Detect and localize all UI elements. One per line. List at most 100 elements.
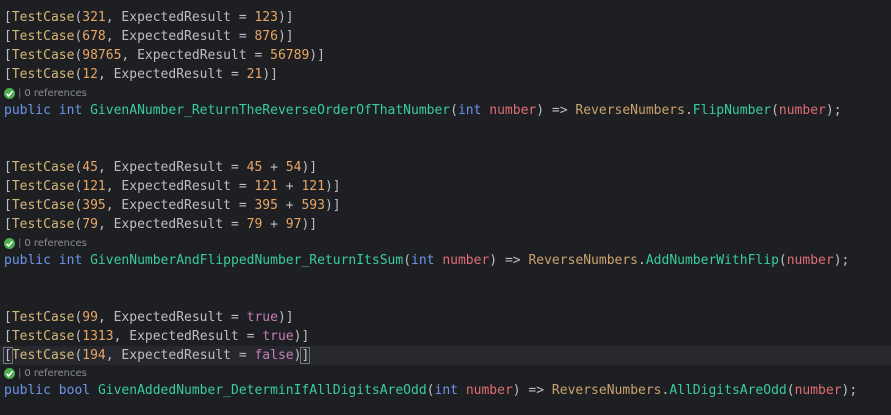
expected-key: ExpectedResult bbox=[121, 29, 231, 44]
matched-bracket: [ bbox=[3, 347, 13, 364]
param-name: number bbox=[442, 253, 490, 268]
code-line-testcase[interactable]: [TestCase(121, ExpectedResult = 121 + 12… bbox=[4, 177, 341, 196]
expected-key: ExpectedResult bbox=[113, 160, 224, 175]
code-line-testcase[interactable]: [TestCase(678, ExpectedResult = 876)] bbox=[4, 27, 294, 46]
method-name: GivenAddedNumber_DeterminIfAllDigitsAreO… bbox=[97, 383, 427, 398]
attribute-name: TestCase bbox=[11, 29, 75, 44]
modifier-keyword: public bbox=[4, 253, 51, 268]
class-name: ReverseNumbers bbox=[551, 383, 662, 398]
code-lens-references[interactable]: | 0 references bbox=[4, 237, 87, 250]
testcase-arg: 321 bbox=[82, 10, 106, 25]
class-name: ReverseNumbers bbox=[528, 253, 639, 268]
code-line-method[interactable]: public bool GivenAddedNumber_DeterminIfA… bbox=[4, 381, 857, 400]
code-line-method[interactable]: public int GivenNumberAndFlippedNumber_R… bbox=[4, 251, 849, 270]
plus-operator: + bbox=[270, 217, 278, 232]
expected-value: 21 bbox=[246, 67, 263, 82]
method-name: GivenANumber_ReturnTheReverseOrderOfThat… bbox=[90, 103, 451, 118]
expected-key: ExpectedResult bbox=[113, 67, 224, 82]
code-line-testcase[interactable]: [TestCase(321, ExpectedResult = 123)] bbox=[4, 8, 294, 27]
testcase-arg: 395 bbox=[82, 198, 106, 213]
attribute-name: TestCase bbox=[11, 217, 75, 232]
code-line-testcase[interactable]: [TestCase(99, ExpectedResult = true)] bbox=[4, 308, 294, 327]
param-type: int bbox=[434, 383, 458, 398]
expected-key: ExpectedResult bbox=[121, 10, 231, 25]
references-link[interactable]: 0 references bbox=[24, 367, 87, 380]
testcase-arg: 194 bbox=[82, 348, 106, 363]
testcase-arg: 79 bbox=[82, 217, 98, 232]
attribute-name: TestCase bbox=[11, 48, 75, 63]
expected-value: false bbox=[254, 348, 294, 363]
param-name: number bbox=[465, 383, 513, 398]
code-line-testcase[interactable]: [TestCase(12, ExpectedResult = 21)] bbox=[4, 65, 278, 84]
expected-key: ExpectedResult bbox=[121, 198, 231, 213]
attribute-name: TestCase bbox=[11, 310, 75, 325]
expected-value: 123 bbox=[254, 10, 278, 25]
expected-value: 45 bbox=[246, 160, 263, 175]
expected-value: 56789 bbox=[270, 48, 310, 63]
expected-value: 876 bbox=[254, 29, 278, 44]
expected-value: 54 bbox=[285, 160, 302, 175]
references-link[interactable]: 0 references bbox=[24, 237, 87, 250]
code-editor[interactable]: [TestCase(321, ExpectedResult = 123)] [T… bbox=[0, 0, 891, 415]
code-line-testcase[interactable]: [TestCase(395, ExpectedResult = 395 + 59… bbox=[4, 196, 341, 215]
testcase-arg: 45 bbox=[82, 160, 98, 175]
code-lens-references[interactable]: | 0 references bbox=[4, 87, 87, 100]
expected-value: true bbox=[262, 329, 294, 344]
expected-key: ExpectedResult bbox=[129, 329, 239, 344]
attribute-name: TestCase bbox=[11, 67, 75, 82]
code-line-testcase[interactable]: [TestCase(45, ExpectedResult = 45 + 54)] bbox=[4, 158, 317, 177]
code-line-testcase[interactable]: [TestCase(98765, ExpectedResult = 56789)… bbox=[4, 46, 325, 65]
matched-bracket: ] bbox=[300, 347, 311, 364]
test-passed-icon[interactable] bbox=[4, 368, 15, 379]
param-type: int bbox=[411, 253, 435, 268]
return-type: int bbox=[58, 253, 83, 268]
modifier-keyword: public bbox=[4, 383, 51, 398]
expected-value: 593 bbox=[301, 198, 325, 213]
method-name: GivenNumberAndFlippedNumber_ReturnItsSum bbox=[90, 253, 404, 268]
plus-operator: + bbox=[270, 160, 278, 175]
plus-operator: + bbox=[285, 179, 294, 194]
return-type: int bbox=[58, 103, 83, 118]
expected-key: ExpectedResult bbox=[121, 348, 231, 363]
return-type: bool bbox=[58, 383, 91, 398]
test-passed-icon[interactable] bbox=[4, 88, 15, 99]
expected-value: 97 bbox=[285, 217, 302, 232]
expected-value: 395 bbox=[254, 198, 278, 213]
expected-value: 79 bbox=[246, 217, 263, 232]
expected-value: 121 bbox=[301, 179, 325, 194]
call-arg: number bbox=[794, 383, 842, 398]
code-line-testcase[interactable]: [TestCase(1313, ExpectedResult = true)] bbox=[4, 327, 309, 346]
testcase-arg: 678 bbox=[82, 29, 106, 44]
call-name: AddNumberWithFlip bbox=[645, 253, 779, 268]
code-line-method[interactable]: public int GivenANumber_ReturnTheReverse… bbox=[4, 101, 842, 120]
attribute-name: TestCase bbox=[11, 160, 75, 175]
attribute-name: TestCase bbox=[11, 198, 75, 213]
param-type: int bbox=[457, 103, 482, 118]
test-passed-icon[interactable] bbox=[4, 238, 15, 249]
attribute-name: TestCase bbox=[11, 10, 75, 25]
call-name: FlipNumber bbox=[692, 103, 772, 118]
code-line-testcase-current[interactable]: [TestCase(194, ExpectedResult = false)] bbox=[3, 346, 311, 365]
testcase-arg: 99 bbox=[82, 310, 98, 325]
attribute-name: TestCase bbox=[11, 329, 75, 344]
testcase-arg: 121 bbox=[82, 179, 106, 194]
call-arg: number bbox=[778, 103, 826, 118]
plus-operator: + bbox=[285, 198, 294, 213]
param-name: number bbox=[489, 103, 537, 118]
expected-key: ExpectedResult bbox=[121, 179, 231, 194]
modifier-keyword: public bbox=[4, 103, 51, 118]
attribute-name: TestCase bbox=[11, 179, 75, 194]
code-lens-references[interactable]: | 0 references bbox=[4, 367, 87, 380]
testcase-arg: 98765 bbox=[82, 48, 122, 63]
code-line-testcase[interactable]: [TestCase(79, ExpectedResult = 79 + 97)] bbox=[4, 215, 317, 234]
call-name: AllDigitsAreOdd bbox=[669, 383, 787, 398]
expected-key: ExpectedResult bbox=[113, 310, 224, 325]
expected-value: true bbox=[246, 310, 278, 325]
call-arg: number bbox=[786, 253, 834, 268]
expected-key: ExpectedResult bbox=[137, 48, 247, 63]
expected-value: 121 bbox=[254, 179, 278, 194]
attribute-name: TestCase bbox=[11, 348, 75, 363]
expected-key: ExpectedResult bbox=[113, 217, 224, 232]
class-name: ReverseNumbers bbox=[575, 103, 685, 118]
references-link[interactable]: 0 references bbox=[24, 87, 87, 100]
